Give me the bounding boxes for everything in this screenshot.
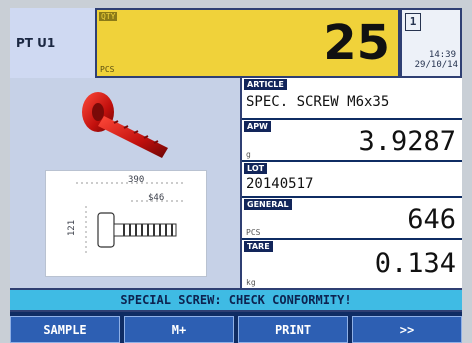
- apw-unit: g: [246, 150, 251, 159]
- tare-value: 0.134: [374, 248, 456, 279]
- general-unit: PCS: [246, 228, 261, 237]
- sample-button[interactable]: SAMPLE: [10, 316, 120, 343]
- memory-plus-button[interactable]: M+: [124, 316, 234, 343]
- quantity-value: 25: [323, 15, 390, 71]
- datetime-panel: 1 14:39 29/10/14: [400, 8, 462, 78]
- tare-label: TARE: [244, 241, 273, 252]
- status-message-text: SPECIAL SCREW: CHECK CONFORMITY!: [120, 293, 352, 307]
- apw-field[interactable]: APW g 3.9287: [242, 120, 462, 162]
- clock-time: 14:39: [428, 50, 456, 60]
- general-field[interactable]: GENERAL PCS 646: [242, 198, 462, 240]
- apw-label: APW: [244, 121, 271, 132]
- quantity-tag: QTY: [99, 12, 118, 21]
- station-name: PT U1: [16, 36, 56, 50]
- dimension-thread: $46: [148, 193, 165, 203]
- next-page-button[interactable]: >>: [352, 316, 462, 343]
- dimension-length: 390: [128, 175, 145, 185]
- clock-date: 29/10/14: [414, 60, 458, 70]
- lot-value: 20140517: [246, 176, 314, 192]
- apw-value: 3.9287: [358, 126, 456, 157]
- lot-field[interactable]: LOT 20140517: [242, 162, 462, 198]
- dimension-height: 121: [67, 219, 78, 237]
- quantity-display: QTY PCS 25: [95, 8, 400, 78]
- tare-field[interactable]: TARE kg 0.134: [242, 240, 462, 288]
- general-value: 646: [407, 204, 456, 235]
- screw-drawing-icon: 390 $46 121: [45, 170, 207, 277]
- article-label: ARTICLE: [244, 79, 287, 90]
- softkey-bar: SAMPLE M+ PRINT >>: [10, 314, 462, 343]
- status-message: SPECIAL SCREW: CHECK CONFORMITY!: [10, 288, 462, 312]
- lot-label: LOT: [244, 163, 268, 174]
- quantity-unit: PCS: [100, 65, 115, 74]
- station-label: PT U1: [10, 8, 95, 78]
- print-button[interactable]: PRINT: [238, 316, 348, 343]
- general-label: GENERAL: [244, 199, 292, 210]
- terminal-screen: PT U1 QTY PCS 25 1 14:39 29/10/14 390 $4…: [10, 8, 462, 343]
- article-field[interactable]: ARTICLE SPEC. SCREW M6x35: [242, 78, 462, 120]
- scale-number[interactable]: 1: [405, 13, 421, 31]
- article-image-panel: 390 $46 121: [10, 78, 242, 288]
- article-value: SPEC. SCREW M6x35: [246, 94, 390, 110]
- tare-unit: kg: [246, 278, 256, 287]
- screw-photo-icon: [82, 92, 168, 158]
